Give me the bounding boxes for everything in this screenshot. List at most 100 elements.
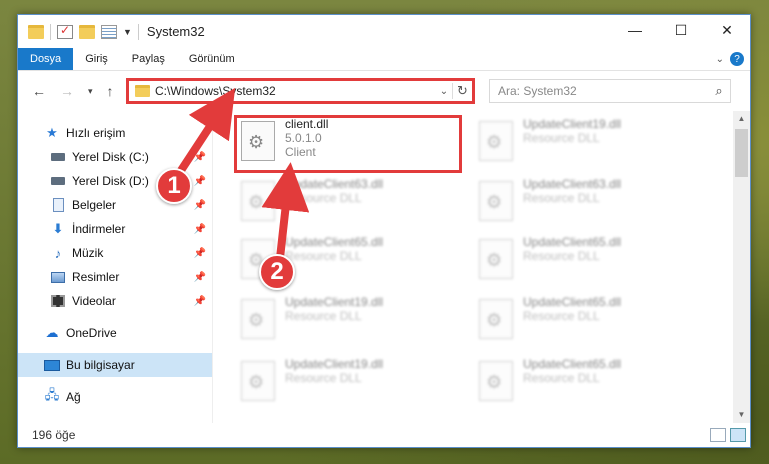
- expand-ribbon-icon[interactable]: ⌄: [716, 54, 724, 65]
- computer-icon: [44, 358, 60, 372]
- window-controls: — ☐ ✕: [612, 15, 750, 45]
- file-description: Resource DLL: [523, 309, 600, 323]
- dll-file-icon: [241, 361, 275, 401]
- highlight-client-dll: [234, 115, 462, 173]
- file-item[interactable]: UpdateClient19.dllResource DLL: [235, 295, 455, 349]
- address-row: ← → ▾ ↑ C:\Windows\System32 ⌄ ↻ Ara: Sys…: [18, 71, 750, 111]
- tab-dosya[interactable]: Dosya: [18, 48, 74, 70]
- sidebar-item-this-pc[interactable]: Bu bilgisayar: [18, 353, 212, 377]
- file-item[interactable]: UpdateClient19.dllResource DLL: [235, 357, 455, 411]
- sidebar-item-videos[interactable]: Videolar 📌: [18, 289, 212, 313]
- item-count: 196 öğe: [32, 428, 76, 442]
- recent-locations-icon[interactable]: ▾: [88, 86, 93, 97]
- dll-file-icon: [479, 299, 513, 339]
- sidebar-item-label: Yerel Disk (D:): [72, 174, 149, 188]
- file-item[interactable]: UpdateClient65.dllResource DLL: [473, 295, 693, 349]
- folder-icon: [28, 24, 44, 39]
- sidebar-item-label: OneDrive: [66, 326, 117, 340]
- file-name: UpdateClient65.dll: [523, 357, 622, 371]
- navigation-buttons: ← → ▾ ↑: [18, 83, 126, 99]
- sidebar-item-label: İndirmeler: [72, 222, 126, 236]
- pin-icon[interactable]: 📌: [194, 176, 206, 187]
- tab-giris[interactable]: Giriş: [73, 48, 120, 70]
- view-toggle: [710, 428, 746, 442]
- toolbar-divider: [50, 23, 51, 40]
- sidebar-item-music[interactable]: ♪ Müzik 📌: [18, 241, 212, 265]
- file-name: UpdateClient65.dll: [523, 235, 622, 249]
- help-icon[interactable]: ?: [730, 52, 744, 66]
- search-icon[interactable]: ⌕: [708, 83, 730, 99]
- maximize-button[interactable]: ☐: [658, 15, 704, 45]
- file-description: Resource DLL: [523, 131, 600, 145]
- folder-icon: [135, 85, 150, 97]
- address-path[interactable]: C:\Windows\System32: [155, 84, 436, 98]
- refresh-icon[interactable]: ↻: [452, 83, 472, 99]
- step-marker-1: 1: [156, 168, 192, 204]
- step-marker-2: 2: [259, 254, 295, 290]
- pin-icon[interactable]: 📌: [194, 200, 206, 211]
- scrollbar-thumb[interactable]: [735, 129, 748, 177]
- file-item[interactable]: UpdateClient63.dllResource DLL: [235, 177, 455, 231]
- file-name: UpdateClient63.dll: [523, 177, 622, 191]
- scroll-up-icon[interactable]: ▲: [733, 111, 750, 127]
- address-bar[interactable]: C:\Windows\System32 ⌄ ↻: [126, 78, 475, 104]
- scroll-down-icon[interactable]: ▼: [733, 407, 750, 423]
- ribbon-help-area: ⌄ ?: [716, 48, 744, 70]
- file-name: UpdateClient19.dll: [285, 295, 384, 309]
- toolbar-divider: [137, 23, 139, 40]
- customize-toolbar-icon[interactable]: [101, 24, 117, 39]
- dll-file-icon: [479, 239, 513, 279]
- up-arrow-icon[interactable]: ↑: [107, 83, 114, 99]
- sidebar-item-quick-access[interactable]: ★ Hızlı erişim: [18, 121, 212, 145]
- file-name: UpdateClient65.dll: [285, 235, 384, 249]
- sidebar-item-label: Yerel Disk (C:): [72, 150, 149, 164]
- sidebar-item-onedrive[interactable]: ☁ OneDrive: [18, 321, 212, 345]
- file-name: UpdateClient19.dll: [285, 357, 384, 371]
- navigation-pane: ★ Hızlı erişim Yerel Disk (C:) 📌 Yerel D…: [18, 111, 213, 423]
- file-description: Resource DLL: [285, 309, 362, 323]
- address-dropdown-icon[interactable]: ⌄: [436, 86, 452, 97]
- sidebar-item-pictures[interactable]: Resimler 📌: [18, 265, 212, 289]
- search-input[interactable]: Ara: System32: [498, 84, 708, 98]
- search-box[interactable]: Ara: System32 ⌕: [489, 79, 731, 103]
- properties-check-icon[interactable]: [57, 23, 73, 39]
- tab-gorunum[interactable]: Görünüm: [177, 48, 247, 70]
- file-item[interactable]: UpdateClient65.dllResource DLL: [473, 235, 693, 289]
- file-description: Resource DLL: [285, 371, 362, 385]
- minimize-button[interactable]: —: [612, 15, 658, 45]
- sidebar-item-label: Hızlı erişim: [66, 126, 126, 140]
- pin-icon[interactable]: 📌: [194, 224, 206, 235]
- cloud-icon: ☁: [45, 325, 59, 340]
- forward-arrow-icon[interactable]: →: [60, 83, 74, 99]
- dll-file-icon: [479, 181, 513, 221]
- window-title: System32: [146, 24, 205, 39]
- new-folder-icon[interactable]: [79, 24, 95, 39]
- sidebar-item-label: Bu bilgisayar: [66, 358, 135, 372]
- pin-icon[interactable]: 📌: [194, 272, 206, 283]
- details-view-icon[interactable]: [710, 428, 726, 442]
- file-item[interactable]: UpdateClient65.dllResource DLL: [473, 357, 693, 411]
- pin-icon[interactable]: 📌: [194, 248, 206, 259]
- explorer-body: ★ Hızlı erişim Yerel Disk (C:) 📌 Yerel D…: [18, 111, 750, 423]
- pin-icon[interactable]: 📌: [194, 296, 206, 307]
- sidebar-item-label: Belgeler: [72, 198, 117, 212]
- file-description: Resource DLL: [523, 371, 600, 385]
- sidebar-item-downloads[interactable]: ⬇ İndirmeler 📌: [18, 217, 212, 241]
- quick-access-toolbar: ▼: [18, 23, 139, 40]
- qat-dropdown-icon[interactable]: ▼: [123, 27, 132, 37]
- file-item[interactable]: UpdateClient19.dllResource DLL: [473, 117, 693, 171]
- drive-icon: [50, 174, 66, 188]
- tab-paylas[interactable]: Paylaş: [120, 48, 177, 70]
- file-item[interactable]: UpdateClient63.dllResource DLL: [473, 177, 693, 231]
- download-icon: ⬇: [52, 221, 64, 236]
- back-arrow-icon[interactable]: ←: [32, 83, 46, 99]
- sidebar-item-network[interactable]: 🖧 Ağ: [18, 385, 212, 409]
- large-icons-view-icon[interactable]: [730, 428, 746, 442]
- sidebar-item-label: Videolar: [72, 294, 116, 308]
- ribbon-tabs: Dosya Giriş Paylaş Görünüm ⌄ ?: [18, 48, 750, 71]
- vertical-scrollbar[interactable]: ▲ ▼: [733, 111, 750, 423]
- pin-icon[interactable]: 📌: [194, 152, 206, 163]
- sidebar-item-label: Ağ: [66, 390, 81, 404]
- close-button[interactable]: ✕: [704, 15, 750, 45]
- sidebar-item-local-disk-c[interactable]: Yerel Disk (C:) 📌: [18, 145, 212, 169]
